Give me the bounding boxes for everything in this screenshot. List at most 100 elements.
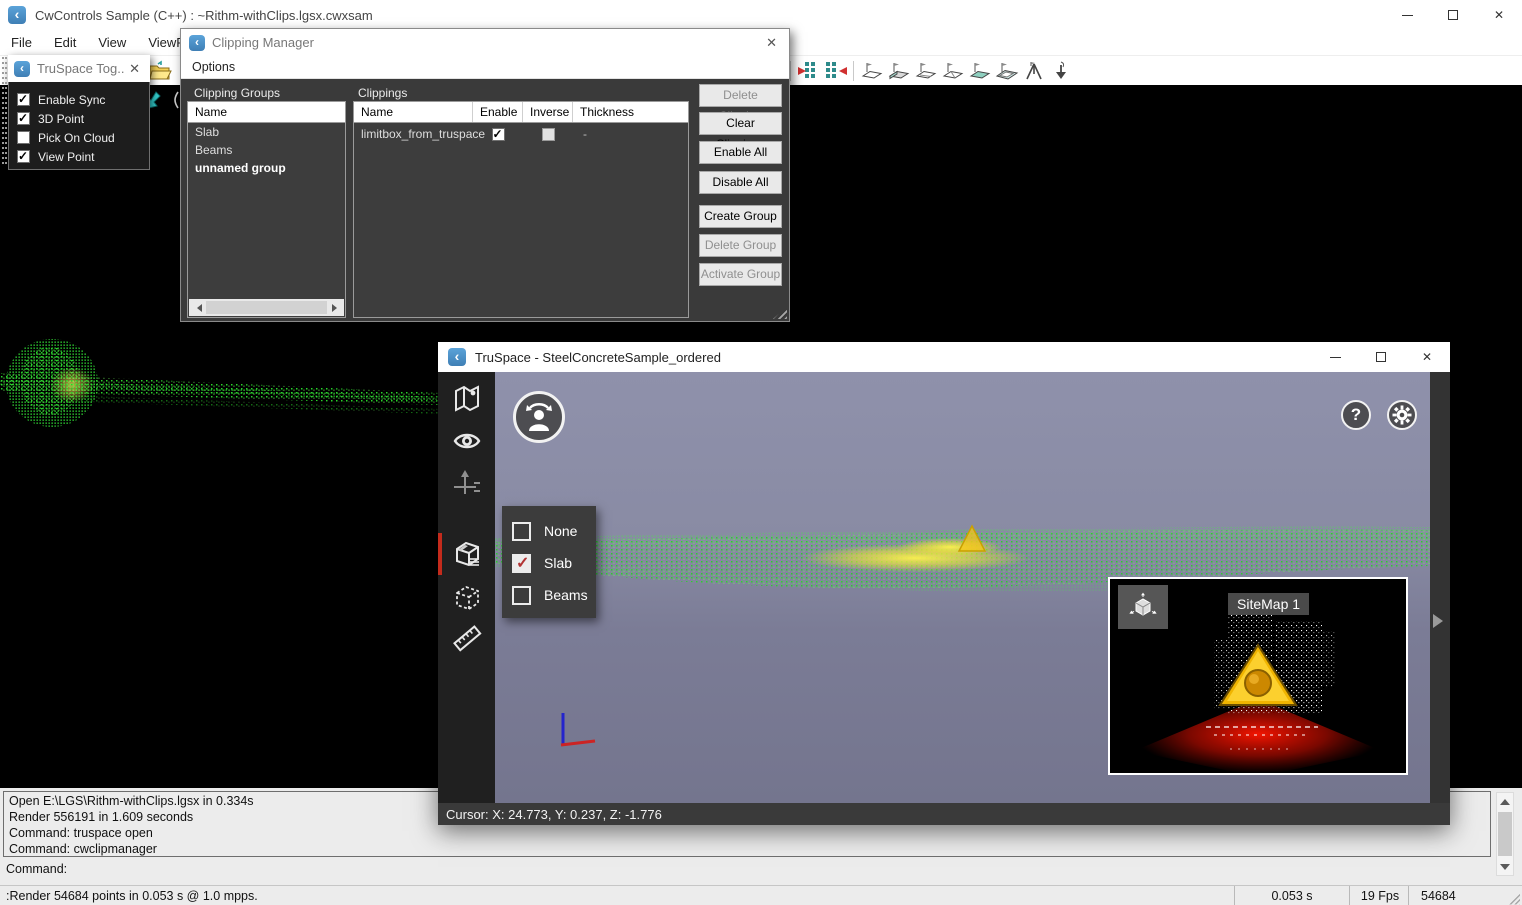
- clip-plane-button-5[interactable]: [966, 58, 993, 84]
- delete-group-button[interactable]: Delete Group: [699, 234, 782, 257]
- log-vscrollbar[interactable]: [1496, 792, 1514, 876]
- app-icon: ‹: [189, 35, 205, 51]
- truspace-titlebar[interactable]: ‹ TruSpace - SteelConcreteSample_ordered…: [438, 342, 1450, 372]
- clippings-header-enable[interactable]: Enable: [473, 102, 523, 122]
- dock-gripper[interactable]: [2, 57, 4, 167]
- checkbox[interactable]: [17, 131, 30, 144]
- groups-hscrollbar[interactable]: [189, 299, 344, 316]
- resize-grip[interactable]: [1508, 893, 1520, 905]
- panorama-person-icon: [522, 400, 556, 434]
- move-tool-icon[interactable]: [452, 469, 482, 499]
- clipping-tool-icon[interactable]: [452, 539, 482, 569]
- clip-plane-button-2[interactable]: [885, 58, 912, 84]
- minimize-button[interactable]: [1312, 342, 1358, 372]
- select-points-add-button[interactable]: [795, 58, 822, 84]
- checkbox[interactable]: [17, 93, 30, 106]
- sitemap-home-button[interactable]: [1118, 585, 1168, 629]
- popup-item-slab[interactable]: Slab: [512, 547, 596, 579]
- group-item-beams[interactable]: Beams: [188, 141, 345, 159]
- sitemap-panel[interactable]: SiteMap 1: [1108, 577, 1408, 775]
- visibility-tool-icon[interactable]: [452, 426, 482, 456]
- limitbox-tool-icon[interactable]: [452, 583, 482, 613]
- toolbar-separator: [853, 61, 854, 81]
- clippings-header-thickness[interactable]: Thickness: [573, 102, 688, 122]
- dock-gripper[interactable]: [5, 57, 7, 167]
- settings-button[interactable]: [1387, 400, 1417, 430]
- toggle-enable-sync[interactable]: Enable Sync: [17, 90, 149, 109]
- truspace-left-toolbar: [438, 372, 495, 803]
- clippings-table[interactable]: Name Enable Inverse Thickness limitbox_f…: [353, 101, 689, 318]
- clip-plane-button-4[interactable]: [939, 58, 966, 84]
- thickness-value: -: [573, 127, 688, 141]
- pick-down-button[interactable]: [1047, 58, 1074, 84]
- clipping-manager-menubar: Options: [181, 56, 789, 79]
- status-message: :Render 54684 points in 0.053 s @ 1.0 mp…: [0, 889, 1234, 903]
- toggle-view-point[interactable]: View Point: [17, 147, 149, 166]
- close-button[interactable]: ✕: [762, 35, 781, 51]
- command-prompt-label[interactable]: Command:: [6, 862, 67, 876]
- scroll-thumb[interactable]: [1498, 812, 1512, 856]
- create-group-button[interactable]: Create Group: [699, 205, 782, 228]
- maximize-icon: [1448, 10, 1458, 20]
- activate-group-button[interactable]: Activate Group: [699, 263, 782, 286]
- scroll-up-button[interactable]: [1497, 793, 1513, 809]
- clipping-groups-label: Clipping Groups: [194, 86, 280, 100]
- help-button[interactable]: ?: [1341, 400, 1371, 430]
- checkbox[interactable]: [512, 554, 531, 573]
- group-item-slab[interactable]: Slab: [188, 123, 345, 141]
- popup-item-beams[interactable]: Beams: [512, 579, 596, 611]
- delete-clipping-button[interactable]: Delete Clipping: [699, 84, 782, 107]
- clear-clippings-button[interactable]: Clear Clippings: [699, 112, 782, 135]
- clip-plane-button-1[interactable]: [858, 58, 885, 84]
- scroll-thumb[interactable]: [206, 301, 327, 314]
- cube-icon: [1128, 592, 1158, 622]
- measure-tool-icon[interactable]: [452, 623, 482, 653]
- checkbox[interactable]: [17, 150, 30, 163]
- clipping-manager-titlebar[interactable]: ‹ Clipping Manager ✕: [181, 29, 789, 56]
- toggle-pick-on-cloud[interactable]: Pick On Cloud: [17, 128, 149, 147]
- popup-item-none[interactable]: None: [512, 515, 596, 547]
- open-file-button[interactable]: [146, 58, 173, 84]
- menu-options[interactable]: Options: [181, 60, 246, 74]
- tripod-setup-button[interactable]: [1020, 58, 1047, 84]
- toggle-3d-point[interactable]: 3D Point: [17, 109, 149, 128]
- clip-slab-icon: [995, 59, 1019, 83]
- menu-edit[interactable]: Edit: [43, 35, 87, 50]
- resize-grip[interactable]: [773, 307, 787, 319]
- minimize-button[interactable]: [1384, 0, 1430, 30]
- maximize-button[interactable]: [1358, 342, 1404, 372]
- maximize-button[interactable]: [1430, 0, 1476, 30]
- enable-checkbox[interactable]: [492, 128, 505, 141]
- scroll-down-button[interactable]: [1497, 859, 1513, 875]
- toggles-titlebar[interactable]: ‹ TruSpace Tog... ✕: [8, 55, 150, 82]
- scroll-left-button[interactable]: [189, 299, 205, 316]
- clipping-groups-list[interactable]: Name Slab Beams unnamed group: [187, 101, 346, 318]
- inverse-checkbox[interactable]: [542, 128, 555, 141]
- close-button[interactable]: ✕: [1404, 342, 1450, 372]
- checkbox[interactable]: [17, 112, 30, 125]
- panorama-view-button[interactable]: [513, 391, 565, 443]
- menu-view[interactable]: View: [87, 35, 137, 50]
- checkbox[interactable]: [512, 522, 531, 541]
- close-button[interactable]: ✕: [1476, 0, 1522, 30]
- close-button[interactable]: ✕: [125, 61, 144, 77]
- checkbox[interactable]: [512, 586, 531, 605]
- clipping-row-limitbox[interactable]: limitbox_from_truspace -: [354, 123, 688, 145]
- clippings-header-inverse[interactable]: Inverse: [523, 102, 573, 122]
- menu-file[interactable]: File: [0, 35, 43, 50]
- popup-label: None: [544, 523, 577, 539]
- group-item-unnamed[interactable]: unnamed group: [188, 159, 345, 177]
- clip-plane-button-6[interactable]: [993, 58, 1020, 84]
- toggle-label: 3D Point: [38, 112, 84, 126]
- toggles-body: Enable Sync 3D Point Pick On Cloud View …: [8, 82, 150, 170]
- select-points-remove-button[interactable]: [822, 58, 849, 84]
- sitemap-tool-icon[interactable]: [452, 384, 482, 414]
- expand-panel-arrow-icon[interactable]: [1433, 614, 1450, 628]
- disable-all-button[interactable]: Disable All: [699, 171, 782, 194]
- groups-name-header[interactable]: Name: [188, 102, 227, 122]
- clip-plane-button-3[interactable]: [912, 58, 939, 84]
- truspace-viewport[interactable]: ?: [495, 372, 1430, 803]
- clippings-header-name[interactable]: Name: [354, 102, 473, 122]
- scroll-right-button[interactable]: [328, 299, 344, 316]
- enable-all-button[interactable]: Enable All: [699, 141, 782, 164]
